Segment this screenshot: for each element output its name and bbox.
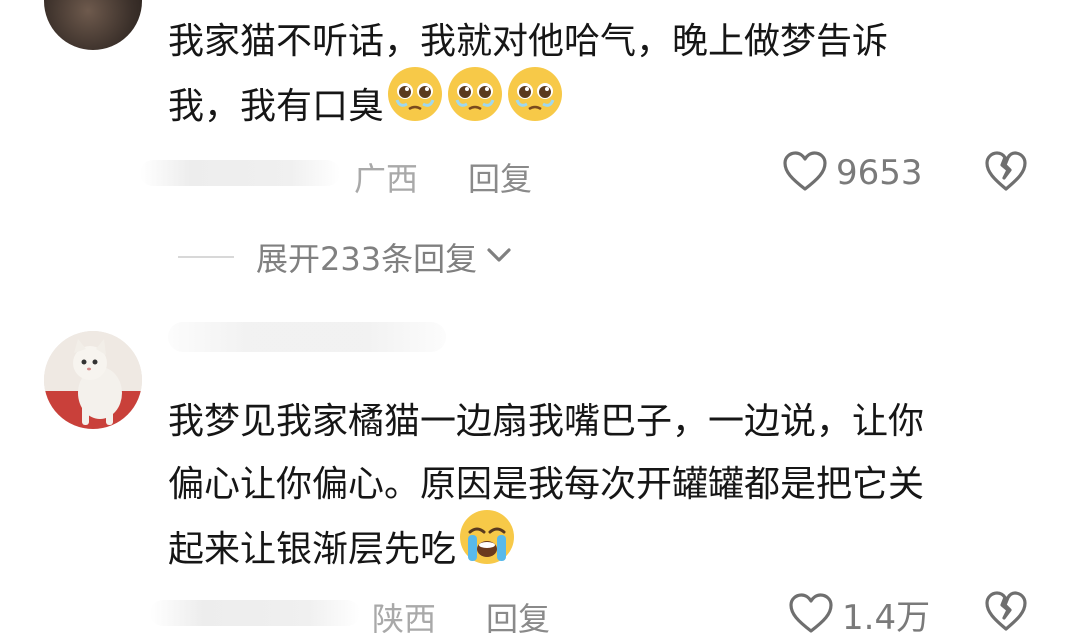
comment-line: 我，我有口臭 [168,86,385,127]
reply-button[interactable]: 回复 [486,594,550,640]
like-button[interactable]: 1.4万 [788,590,930,639]
heart-outline-icon [788,592,834,638]
blurred-username [150,600,360,626]
pleading-face-emoji [446,65,504,143]
reply-button[interactable]: 回复 [468,154,532,200]
like-count: 1.4万 [842,598,931,638]
comment-location: 陕西 [372,600,437,638]
broken-heart-outline-icon[interactable] [984,150,1028,196]
loudly-crying-face-emoji [458,508,516,586]
commenter-avatar[interactable] [44,331,142,429]
divider-line [178,256,234,258]
comment-text: 我梦见我家橘猫一边扇我嘴巴子，一边说，让你 偏心让你偏心。原因是我每次开罐罐都是… [168,390,924,586]
comment-line: 我梦见我家橘猫一边扇我嘴巴子，一边说，让你 [168,401,925,442]
chevron-down-icon [485,245,513,269]
heart-outline-icon [782,150,828,196]
comment-line: 偏心让你偏心。原因是我每次开罐罐都是把它关 [168,464,925,505]
comment-meta-row: 陕西 回复 1.4万 [0,590,1080,640]
blurred-username [168,322,446,352]
blurred-username [140,160,340,186]
comment-text: 我家猫不听话，我就对他哈气，晚上做梦告诉 我，我有口臭 [168,10,888,143]
comment-meta-row: 广西 回复 9653 [0,150,1080,200]
pleading-face-emoji [506,65,564,143]
commenter-avatar[interactable] [44,0,142,50]
comment-line: 我家猫不听话，我就对他哈气，晚上做梦告诉 [168,21,889,62]
broken-heart-outline-icon[interactable] [984,590,1028,636]
like-button[interactable]: 9653 [782,150,923,196]
comment-location: 广西 [354,160,419,198]
expand-replies-label: 展开233条回复 [256,240,478,278]
expand-replies-button[interactable]: 展开233条回复 [178,232,513,282]
like-count: 9653 [836,153,923,193]
comment-line: 起来让银渐层先吃 [168,529,457,570]
pleading-face-emoji [386,65,444,143]
